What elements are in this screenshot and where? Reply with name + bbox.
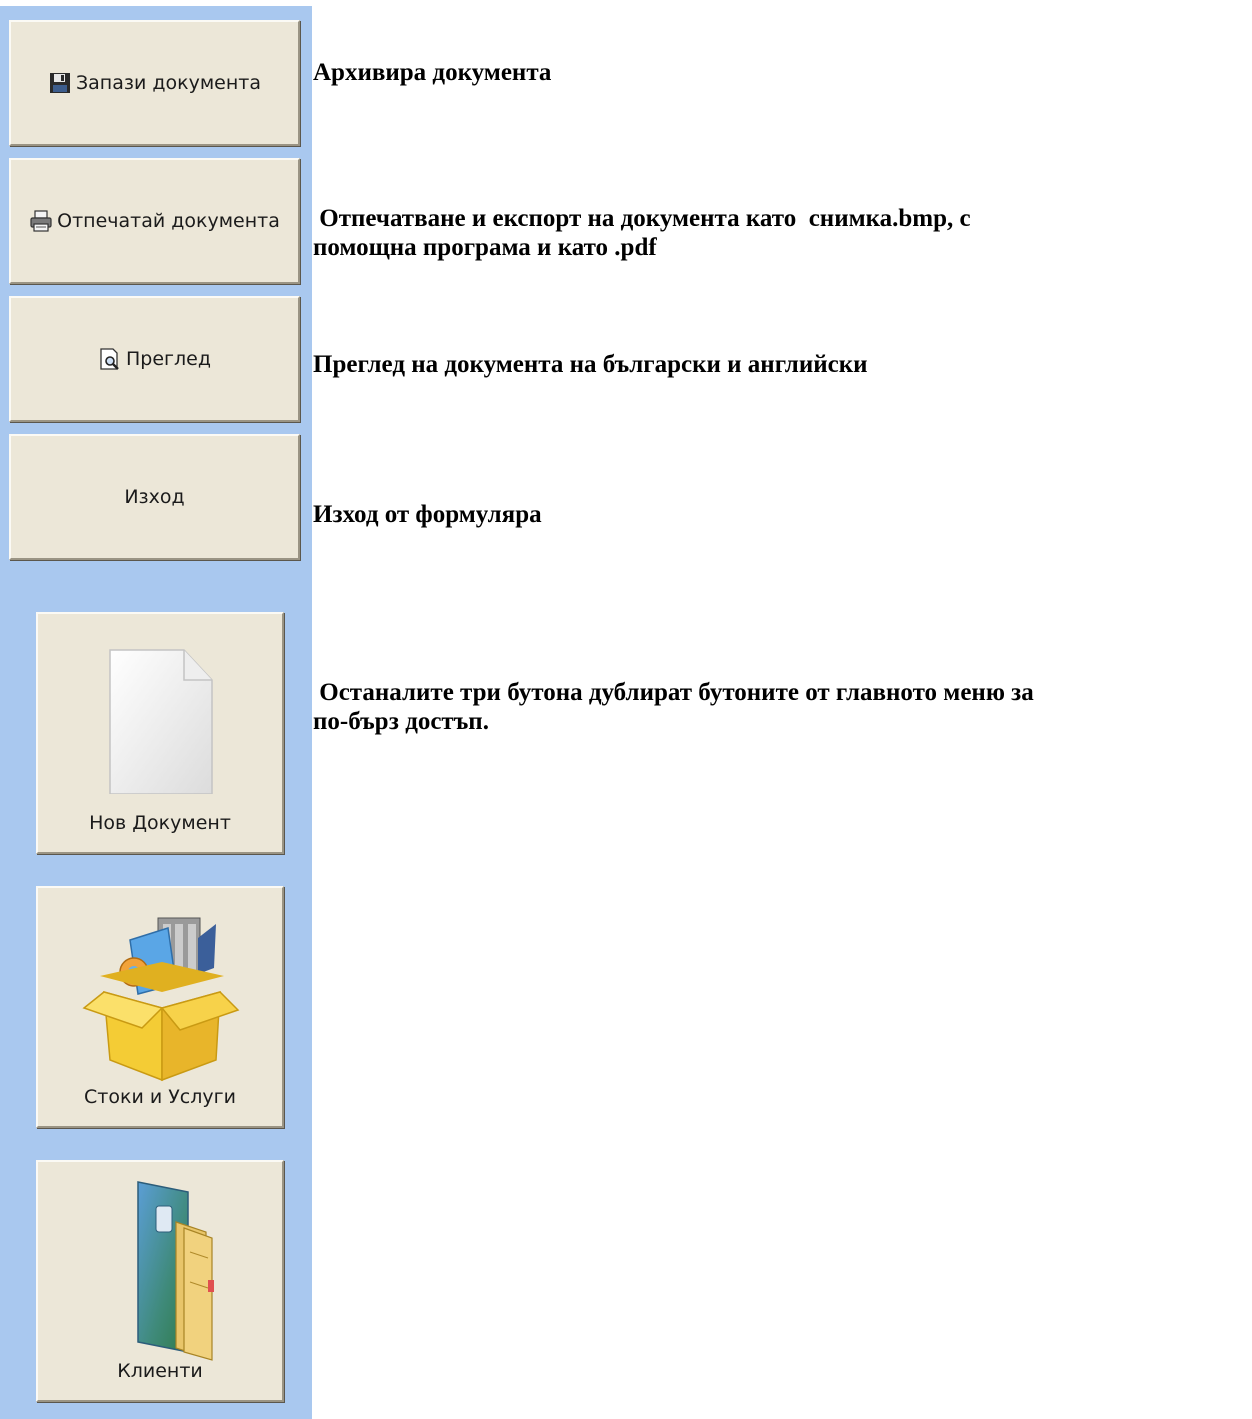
print-preview-icon bbox=[100, 348, 119, 370]
blank-document-icon bbox=[109, 649, 213, 794]
shortcuts-description: Останалите три бутона дублират бутоните … bbox=[313, 678, 1034, 736]
save-document-label: Запази документа bbox=[75, 72, 262, 94]
print-description: Отпечатване и експорт на документа като … bbox=[313, 204, 971, 262]
exit-description: Изход от формуляра bbox=[313, 500, 542, 529]
preview-description: Преглед на документа на български и англ… bbox=[313, 350, 868, 379]
exit-button[interactable]: Изход bbox=[9, 434, 300, 560]
print-document-button[interactable]: Отпечатай документа bbox=[9, 158, 300, 284]
print-description-line1: Отпечатване и експорт на документа като … bbox=[313, 205, 971, 232]
sidebar: Запази документа Отпечатай документа Пре… bbox=[0, 6, 312, 1419]
print-description-line2: помощна програма и като .pdf bbox=[313, 234, 657, 261]
exit-label: Изход bbox=[124, 486, 185, 508]
new-document-label: Нов Документ bbox=[89, 812, 231, 834]
printer-icon bbox=[30, 210, 52, 232]
goods-services-label: Стоки и Услуги bbox=[84, 1086, 236, 1108]
preview-description-text: Преглед на документа на български и англ… bbox=[313, 351, 868, 378]
new-document-button[interactable]: Нов Документ bbox=[36, 612, 284, 854]
exit-description-text: Изход от формуляра bbox=[313, 501, 542, 528]
page: Запази документа Отпечатай документа Пре… bbox=[0, 0, 1252, 1419]
folder-icon bbox=[137, 1181, 214, 1361]
clients-label: Клиенти bbox=[117, 1360, 203, 1382]
save-description: Архивира документа bbox=[313, 58, 551, 87]
clients-button[interactable]: Клиенти bbox=[36, 1160, 284, 1402]
floppy-disk-icon bbox=[49, 73, 70, 93]
preview-label: Преглед bbox=[126, 348, 211, 370]
shortcuts-description-line1: Останалите три бутона дублират бутоните … bbox=[313, 679, 1034, 706]
save-document-button[interactable]: Запази документа bbox=[9, 20, 300, 146]
preview-button[interactable]: Преглед bbox=[9, 296, 300, 422]
print-document-label: Отпечатай документа bbox=[57, 210, 280, 232]
save-description-text: Архивира документа bbox=[313, 59, 552, 86]
shortcuts-description-line2: по-бърз достъп. bbox=[313, 708, 489, 735]
goods-services-button[interactable]: Стоки и Услуги bbox=[36, 886, 284, 1128]
open-box-icon bbox=[82, 917, 240, 1082]
